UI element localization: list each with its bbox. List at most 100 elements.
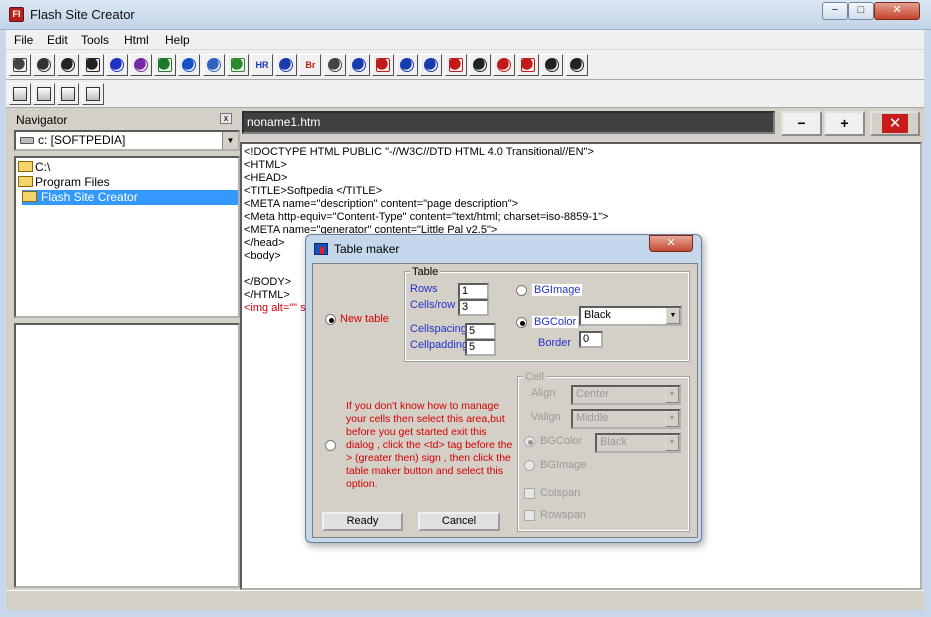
code-line: </head> [244,237,285,249]
table-group-label: Table [410,266,441,278]
forward-arrow-icon [134,58,148,72]
document-tab[interactable]: noname1.htm [242,111,775,134]
back-arrow-icon [109,58,124,72]
chevron-down-icon[interactable]: ▼ [665,387,679,403]
rowspan-checkbox[interactable] [524,510,535,521]
paste-button[interactable] [57,83,80,105]
step-icon [545,58,560,72]
cell-bgimage-label: BGImage [540,459,587,471]
rows-input[interactable]: 1 [458,283,489,300]
bgcolor-radio[interactable] [516,317,527,328]
br-button[interactable]: Br [299,54,322,76]
preview-button[interactable] [81,83,104,105]
frame-button[interactable] [275,54,298,76]
table-icon [351,58,366,72]
menu-html[interactable]: Html [124,33,149,47]
cut-button[interactable] [33,83,56,105]
columns-button[interactable] [468,54,491,76]
sound-button[interactable] [444,54,467,76]
text-button[interactable] [565,54,588,76]
back-arrow-button[interactable] [105,54,128,76]
cell-mode-radio[interactable] [325,440,336,451]
print-button[interactable] [33,54,56,76]
zoom-out-button[interactable]: − [781,111,822,136]
cell-mode-instructions: If you don't know how to manage your cel… [346,400,513,490]
valign-value: Middle [576,412,609,424]
text-icon [569,58,584,72]
minimize-button[interactable]: − [822,2,848,20]
br-icon: Br [305,60,316,70]
chevron-down-icon[interactable]: ▼ [222,132,238,149]
cell-bgimage-radio[interactable] [524,460,535,471]
code-line: </BODY> [244,276,292,288]
open-icon [61,58,76,72]
new-page-icon [13,58,27,72]
file-list[interactable] [14,323,240,588]
globe-button[interactable] [154,54,177,76]
flash-button[interactable] [372,54,394,76]
close-window-button[interactable]: ✕ [874,2,920,20]
add-button[interactable] [178,54,201,76]
save-button[interactable] [81,54,104,76]
new-table-label: New table [340,313,389,325]
folder-open-icon [18,176,33,187]
new-page-button[interactable] [9,54,31,76]
menu-file[interactable]: File [14,33,33,47]
step-button[interactable] [541,54,564,76]
colspan-checkbox[interactable] [524,488,535,499]
delete-icon [497,58,511,72]
navigator-close-button[interactable]: x [220,113,232,124]
check-button[interactable] [517,54,540,76]
bgcolor-value: Black [584,309,611,321]
bgimage-radio[interactable] [516,285,527,296]
border-input[interactable]: 0 [579,331,603,348]
menu-edit[interactable]: Edit [47,33,68,47]
image-button[interactable] [226,54,249,76]
table-maker-dialog: Table maker ✕ New table Table Rows 1 Cel… [305,234,702,543]
check-icon [521,58,536,72]
chevron-down-icon[interactable]: ▼ [665,435,679,451]
folder-tree: C:\ Program Files Flash Site Creator [14,156,240,318]
tree-item[interactable]: C:\ [18,160,50,175]
rowspan-label: Rowspan [540,509,586,521]
cellpadding-input[interactable]: 5 [465,339,496,356]
tree-button[interactable] [202,54,225,76]
close-icon: ✕ [882,114,908,133]
zoom-in-button[interactable]: + [824,111,865,136]
align-select[interactable]: Center ▼ [571,385,681,405]
hr-button[interactable]: HR [251,54,273,76]
valign-select[interactable]: Middle ▼ [571,409,681,429]
cancel-button[interactable]: Cancel [418,512,500,531]
cellspacing-input[interactable]: 5 [465,323,496,340]
link-button[interactable] [323,54,346,76]
dialog-close-button[interactable]: ✕ [649,235,693,252]
cell-bgcolor-radio[interactable] [524,436,535,447]
cellspacing-label: Cellspacing [410,323,467,335]
maximize-button[interactable]: □ [848,2,874,20]
table-button[interactable] [347,54,370,76]
rows-label: Rows [410,283,438,295]
ready-button[interactable]: Ready [322,512,403,531]
cells-per-row-input[interactable]: 3 [458,299,489,316]
tree-item[interactable]: Program Files [18,175,110,190]
cell-group: Cell Align Center ▼ Valign Middle ▼ BGCo… [517,371,690,532]
open-button[interactable] [57,54,80,76]
drive-select[interactable]: c: [SOFTPEDIA] ▼ [14,130,240,151]
menu-help[interactable]: Help [165,33,190,47]
chevron-down-icon[interactable]: ▼ [665,411,679,427]
delete-button[interactable] [493,54,515,76]
forward-arrow-button[interactable] [130,54,152,76]
chevron-down-icon[interactable]: ▼ [666,308,680,324]
menu-tools[interactable]: Tools [81,33,109,47]
new-table-radio[interactable] [325,314,336,325]
paragraph-button[interactable] [420,54,443,76]
bgcolor-select[interactable]: Black ▼ [579,306,682,326]
code-line: <Meta http-equiv="Content-Type" content=… [244,211,609,223]
tree-item[interactable]: Flash Site Creator [22,190,238,205]
copy-button[interactable] [9,83,31,105]
colspan-label: Colspan [540,487,581,499]
cell-bgcolor-select[interactable]: Black ▼ [595,433,681,453]
cell-bgcolor-label: BGColor [540,435,583,447]
close-document-button[interactable]: ✕ [870,111,920,136]
table-maker-button[interactable] [396,54,419,76]
